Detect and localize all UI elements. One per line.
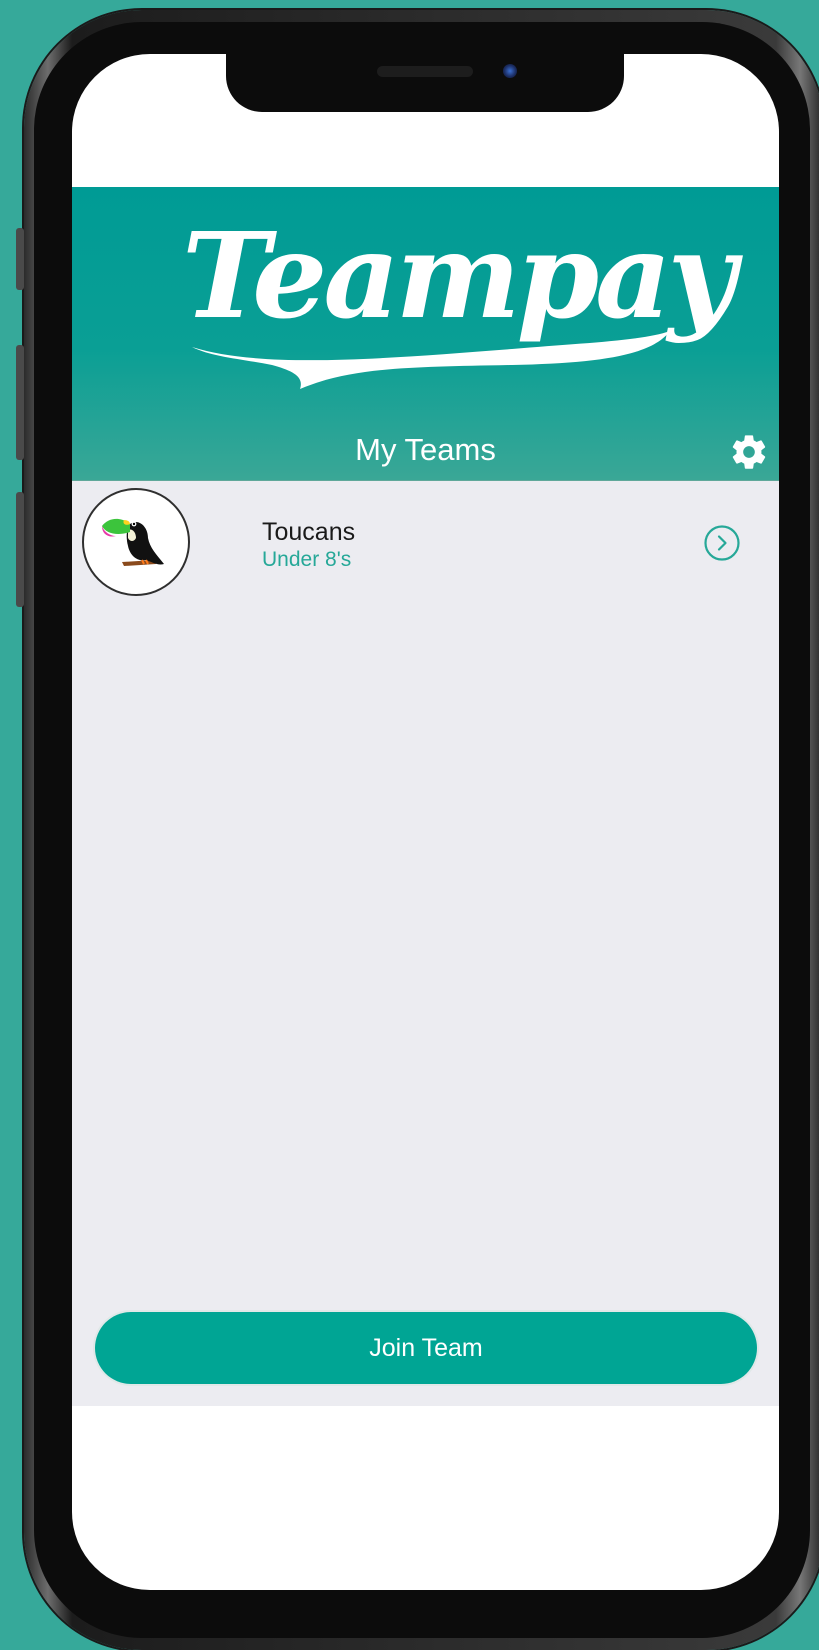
join-team-button[interactable]: Join Team xyxy=(95,1312,757,1384)
team-list: Toucans Under 8's xyxy=(72,481,779,1406)
team-name: Toucans xyxy=(262,518,356,546)
team-age-group: Under 8's xyxy=(262,548,352,571)
mute-switch xyxy=(16,228,24,290)
toucan-icon xyxy=(102,518,164,566)
team-avatar xyxy=(82,488,190,596)
gear-icon[interactable] xyxy=(729,432,769,472)
app-header: Teampay My Teams xyxy=(72,187,779,481)
phone-notch xyxy=(226,54,624,112)
volume-up-button xyxy=(16,345,24,460)
teampay-logo: Teampay xyxy=(182,199,736,399)
front-camera xyxy=(503,64,517,78)
speaker-grille xyxy=(377,66,473,77)
volume-down-button xyxy=(16,492,24,607)
chevron-right-circle-icon[interactable] xyxy=(703,524,741,562)
page-title: My Teams xyxy=(355,432,496,467)
logo-swoosh xyxy=(192,331,670,389)
team-row-toucans[interactable]: Toucans Under 8's xyxy=(72,481,779,605)
